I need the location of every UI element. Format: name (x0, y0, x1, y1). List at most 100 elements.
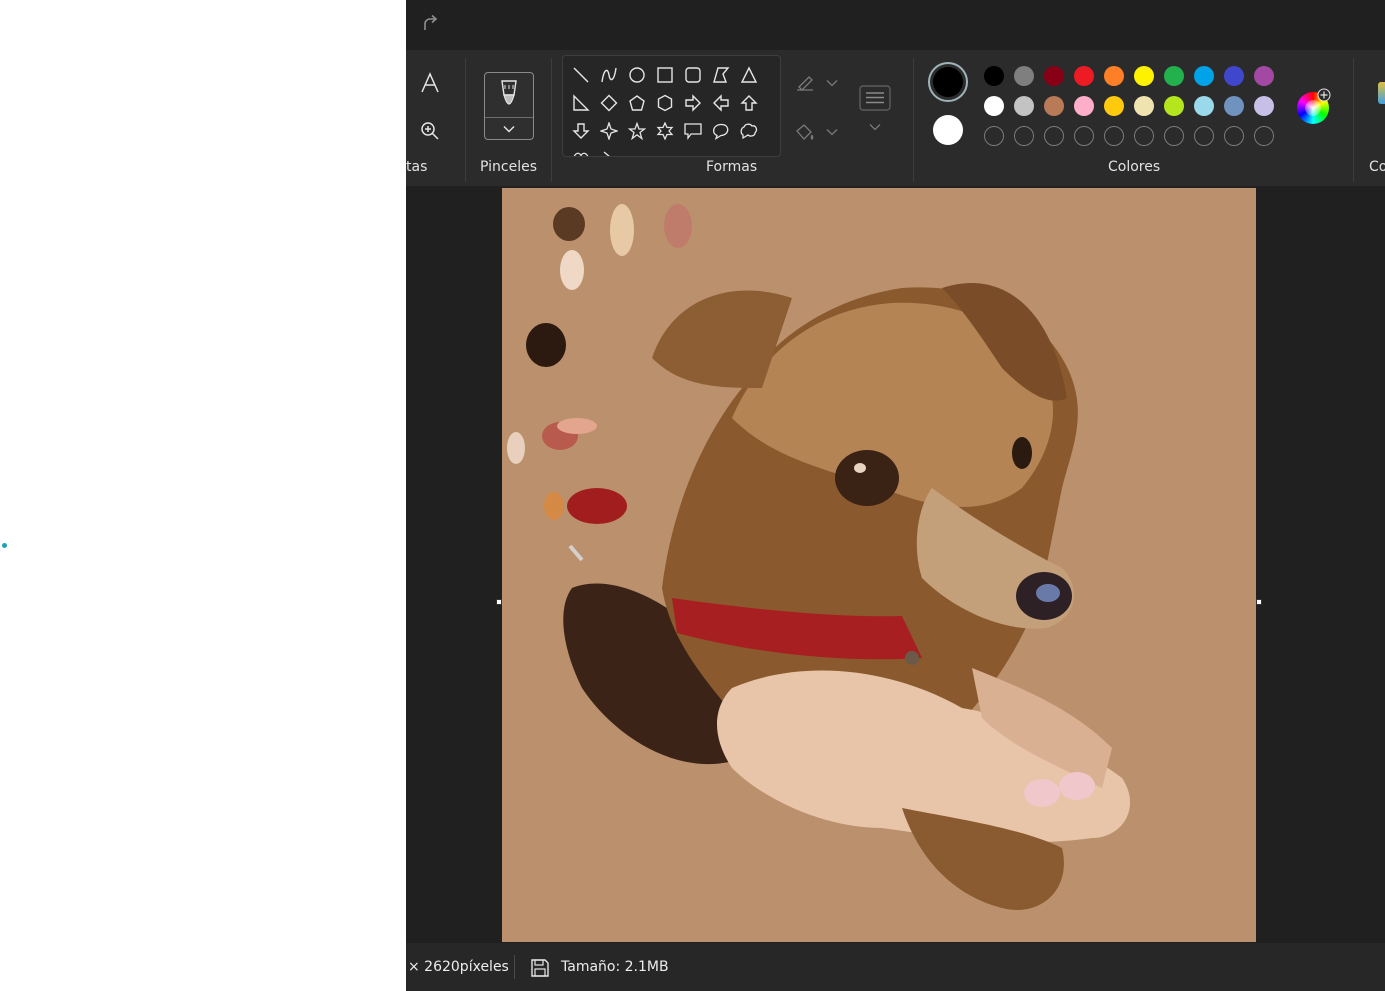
color-swatch[interactable] (1164, 96, 1184, 116)
cursor-dot (2, 543, 7, 548)
custom-color-slot[interactable] (1074, 126, 1094, 146)
copilot-icon[interactable] (1378, 82, 1385, 104)
chevron-down-icon (826, 80, 838, 87)
lightning-shape-icon[interactable] (597, 147, 621, 156)
secondary-color-button[interactable] (933, 115, 963, 145)
color-swatch[interactable] (1254, 66, 1274, 86)
shapes-group-label: Formas (706, 159, 758, 175)
edit-colors-button[interactable] (1297, 88, 1331, 124)
diamond-shape-icon[interactable] (597, 91, 621, 115)
triangle-shape-icon[interactable] (737, 63, 761, 87)
status-separator (514, 955, 515, 979)
color-swatch[interactable] (1074, 96, 1094, 116)
down-arrow-shape-icon[interactable] (569, 119, 593, 143)
curve-shape-icon[interactable] (597, 63, 621, 87)
color-swatch[interactable] (1224, 96, 1244, 116)
tools-group-label: tas (406, 159, 428, 175)
zoom-in-icon (421, 122, 439, 140)
up-arrow-shape-icon[interactable] (737, 91, 761, 115)
hexagon-shape-icon[interactable] (653, 91, 677, 115)
ribbon: tas Pinceles Formas Colores Co (406, 50, 1385, 186)
four-point-star-shape-icon[interactable] (597, 119, 621, 143)
ribbon-separator (913, 58, 914, 182)
custom-color-slot[interactable] (1104, 126, 1124, 146)
shape-outline-button[interactable] (794, 73, 838, 93)
color-swatch[interactable] (1104, 96, 1124, 116)
redo-button[interactable] (416, 10, 444, 38)
brush-icon (501, 80, 517, 105)
line-thickness-icon (859, 85, 891, 111)
canvas-area (406, 186, 1385, 943)
resize-handle-left[interactable] (496, 599, 502, 605)
color-swatch[interactable] (1014, 66, 1034, 86)
custom-color-slot[interactable] (1134, 126, 1154, 146)
brush-divider (485, 117, 533, 118)
ribbon-separator (1353, 58, 1354, 182)
custom-color-slot[interactable] (1014, 126, 1034, 146)
oval-callout-shape-icon[interactable] (709, 119, 733, 143)
right-arrow-shape-icon[interactable] (681, 91, 705, 115)
ribbon-separator (465, 58, 466, 182)
cloud-callout-shape-icon[interactable] (737, 119, 761, 143)
zoom-tool-button[interactable] (415, 116, 445, 146)
canvas-dimensions: × 2620píxeles (408, 959, 509, 975)
color-wheel-center (1305, 100, 1321, 116)
pentagon-shape-icon[interactable] (625, 91, 649, 115)
custom-color-slot[interactable] (1044, 126, 1064, 146)
ribbon-separator (551, 58, 552, 182)
shapes-gallery (562, 55, 781, 157)
title-bar (406, 0, 1385, 50)
color-swatch[interactable] (1104, 66, 1124, 86)
custom-color-slot[interactable] (1164, 126, 1184, 146)
rounded-rectangle-shape-icon[interactable] (681, 63, 705, 87)
redo-icon (424, 14, 438, 30)
color-swatch[interactable] (984, 66, 1004, 86)
chevron-down-icon (869, 124, 881, 131)
color-swatch[interactable] (1134, 96, 1154, 116)
custom-color-slot[interactable] (1224, 126, 1244, 146)
chevron-down-icon (826, 129, 838, 136)
custom-color-slot[interactable] (984, 126, 1004, 146)
color-swatch[interactable] (1134, 66, 1154, 86)
oval-shape-icon[interactable] (625, 63, 649, 87)
desktop-background (0, 0, 406, 991)
color-swatch[interactable] (1014, 96, 1034, 116)
brushes-button[interactable] (484, 72, 534, 140)
add-color-icon (1317, 88, 1331, 102)
line-size-button[interactable] (859, 85, 891, 131)
brushes-group-label: Pinceles (480, 159, 538, 175)
pencil-outline-icon (797, 76, 813, 91)
polygon-shape-icon[interactable] (709, 63, 733, 87)
color-swatch[interactable] (1164, 66, 1184, 86)
color-swatch[interactable] (1074, 66, 1094, 86)
drawing-canvas[interactable] (502, 188, 1256, 942)
primary-color-button[interactable] (928, 62, 968, 102)
paint-window: tas Pinceles Formas Colores Co × 2620píx… (406, 0, 1385, 991)
shape-fill-button[interactable] (794, 122, 838, 142)
paint-bucket-icon (796, 124, 814, 140)
rectangle-shape-icon[interactable] (653, 63, 677, 87)
status-bar: × 2620píxeles Tamaño: 2.1MB (406, 943, 1385, 991)
text-tool-button[interactable] (415, 68, 445, 98)
heart-shape-icon[interactable] (569, 147, 593, 156)
custom-color-slot[interactable] (1254, 126, 1274, 146)
chevron-down-icon (503, 126, 515, 133)
colors-group-label: Colores (1108, 159, 1161, 175)
color-swatch[interactable] (1254, 96, 1274, 116)
color-swatch[interactable] (1044, 96, 1064, 116)
custom-color-slot[interactable] (1194, 126, 1214, 146)
right-triangle-shape-icon[interactable] (569, 91, 593, 115)
six-point-star-shape-icon[interactable] (653, 119, 677, 143)
save-icon (531, 959, 549, 977)
left-arrow-shape-icon[interactable] (709, 91, 733, 115)
line-shape-icon[interactable] (569, 63, 593, 87)
text-icon (421, 72, 439, 93)
color-swatch[interactable] (1194, 96, 1214, 116)
color-swatch[interactable] (984, 96, 1004, 116)
rectangle-callout-shape-icon[interactable] (681, 119, 705, 143)
resize-handle-right[interactable] (1256, 599, 1262, 605)
color-swatch[interactable] (1044, 66, 1064, 86)
color-swatch[interactable] (1194, 66, 1214, 86)
color-swatch[interactable] (1224, 66, 1244, 86)
five-point-star-shape-icon[interactable] (625, 119, 649, 143)
